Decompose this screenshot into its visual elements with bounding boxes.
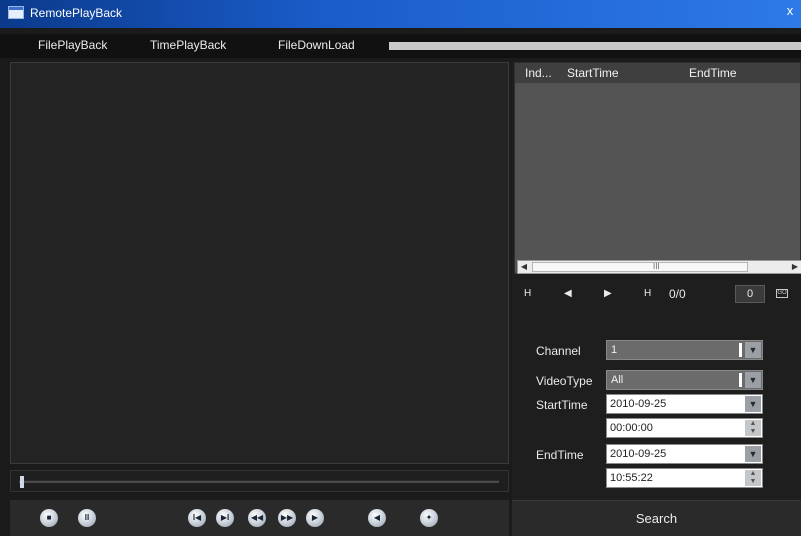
end-time-field[interactable]: 10:55:22 ▲ ▼ (606, 468, 763, 488)
page-count: 0/0 (669, 287, 686, 301)
videotype-label: VideoType (536, 374, 593, 388)
pause-button[interactable]: II (78, 509, 96, 527)
page-number-input[interactable] (735, 285, 765, 303)
column-starttime[interactable]: StartTime (567, 66, 619, 80)
channel-label: Channel (536, 344, 581, 358)
scroll-grip: III (653, 262, 660, 271)
tab-fileplayback[interactable]: FilePlayBack (38, 38, 107, 52)
select-separator (739, 343, 742, 357)
end-date-value: 2010-09-25 (610, 448, 667, 460)
download-progress-bar (389, 42, 801, 50)
capture-button[interactable]: ✦ (420, 509, 438, 527)
start-date-field[interactable]: 2010-09-25 ▼ (606, 394, 763, 414)
search-panel: Ind... StartTime EndTime ◀ III ▶ H ◀ ▶ H… (512, 62, 801, 536)
chevron-down-icon[interactable]: ▼ (745, 342, 761, 358)
start-date-value: 2010-09-25 (610, 398, 667, 410)
stop-button[interactable]: ■ (40, 509, 58, 527)
playback-controls: ■ II I◀ ▶I ◀◀ ▶▶ ▶ ◀ ✦ (10, 500, 509, 536)
seek-thumb[interactable] (20, 476, 24, 488)
title-bar: RemotePlayBack x (0, 0, 801, 28)
end-time-value: 10:55:22 (610, 472, 653, 484)
tab-timeplayback[interactable]: TimePlayBack (150, 38, 226, 52)
next-file-button[interactable]: ▶I (216, 509, 234, 527)
prev-file-button[interactable]: I◀ (188, 509, 206, 527)
scroll-left-icon[interactable]: ◀ (518, 261, 530, 273)
window-icon (8, 6, 24, 19)
window-title: RemotePlayBack (30, 6, 123, 20)
select-separator (739, 373, 742, 387)
time-spinner-icon[interactable]: ▲ ▼ (745, 470, 761, 486)
start-time-field[interactable]: 00:00:00 ▲ ▼ (606, 418, 763, 438)
videotype-value: All (611, 374, 624, 386)
fast-button[interactable]: ▶▶ (278, 509, 296, 527)
file-list-header: Ind... StartTime EndTime (515, 63, 800, 83)
prev-page-button[interactable]: ◀ (564, 288, 572, 299)
channel-value: 1 (611, 344, 618, 356)
calendar-dropdown-icon[interactable]: ▼ (745, 396, 761, 412)
volume-button[interactable]: ◀ (368, 509, 386, 527)
end-date-field[interactable]: 2010-09-25 ▼ (606, 444, 763, 464)
calendar-dropdown-icon[interactable]: ▼ (745, 446, 761, 462)
scroll-thumb[interactable]: III (532, 262, 748, 272)
seek-track[interactable] (19, 480, 499, 483)
go-page-button[interactable]: GO (776, 289, 788, 298)
close-icon[interactable]: x (783, 2, 797, 20)
channel-select[interactable]: 1 ▼ (606, 340, 763, 360)
search-button[interactable]: Search (512, 500, 801, 536)
time-spinner-icon[interactable]: ▲ ▼ (745, 420, 761, 436)
starttime-label: StartTime (536, 398, 588, 412)
column-index[interactable]: Ind... (525, 66, 552, 80)
videotype-select[interactable]: All ▼ (606, 370, 763, 390)
scroll-right-icon[interactable]: ▶ (789, 261, 801, 273)
last-page-button[interactable]: H (644, 288, 651, 299)
first-page-button[interactable]: H (524, 288, 531, 299)
file-list[interactable]: Ind... StartTime EndTime ◀ III ▶ (514, 62, 801, 274)
seek-bar[interactable] (10, 470, 509, 492)
search-form: Channel 1 ▼ VideoType All ▼ StartTime 20… (512, 320, 801, 496)
search-label: Search (635, 511, 678, 526)
column-endtime[interactable]: EndTime (689, 66, 737, 80)
horizontal-scrollbar[interactable]: ◀ III ▶ (517, 260, 801, 274)
video-display[interactable] (10, 62, 509, 464)
tab-filedownload[interactable]: FileDownLoad (278, 38, 355, 52)
slow-button[interactable]: ◀◀ (248, 509, 266, 527)
endtime-label: EndTime (536, 448, 584, 462)
start-time-value: 00:00:00 (610, 422, 653, 434)
tab-bar: FilePlayBack TimePlayBack FileDownLoad (0, 34, 801, 58)
list-pager: H ◀ ▶ H 0/0 GO (514, 278, 801, 310)
chevron-down-icon[interactable]: ▼ (745, 372, 761, 388)
next-page-button[interactable]: ▶ (604, 288, 612, 299)
step-forward-button[interactable]: ▶ (306, 509, 324, 527)
